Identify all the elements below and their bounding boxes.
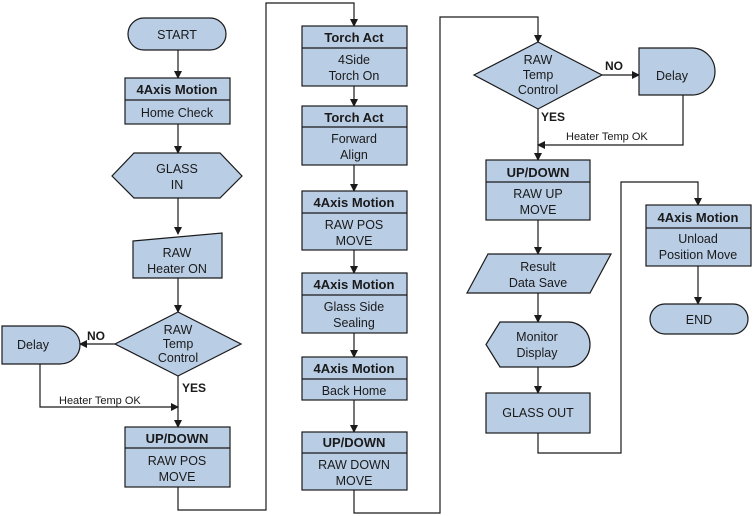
node-text: RAW [163, 246, 192, 260]
raw-pos-updown-node: UP/DOWN RAW POS MOVE [124, 426, 231, 488]
node-text: Control [518, 83, 558, 97]
result-data-save-node: Result Data Save [465, 253, 613, 294]
node-text: RAW [164, 323, 193, 337]
node-text: Heater ON [147, 262, 207, 276]
start-label: START [157, 28, 197, 42]
node-text: Temp [523, 68, 554, 82]
node-body: Back Home [322, 384, 387, 398]
raw-pos-move-node: 4Axis Motion RAW POS MOVE [301, 190, 408, 251]
start-node: START [127, 17, 227, 51]
node-text: Control [158, 351, 198, 365]
no-label: NO [605, 59, 623, 73]
node-body: RAW POS [148, 454, 207, 468]
heater-temp-ok-label: Heater Temp OK [59, 395, 141, 407]
node-body: Home Check [141, 106, 214, 120]
yes-label: YES [541, 110, 565, 124]
heater-on-node: RAW Heater ON [132, 232, 223, 279]
monitor-display-node: Monitor Display [485, 321, 591, 368]
node-header: 4Axis Motion [137, 82, 218, 97]
node-text: Data Save [509, 276, 567, 290]
node-body: Sealing [333, 316, 375, 330]
node-header: 4Axis Motion [314, 277, 395, 292]
node-body: RAW DOWN [318, 458, 390, 472]
delay-node: Delay [1, 325, 81, 365]
node-body: MOVE [159, 470, 196, 484]
node-header: UP/DOWN [146, 431, 209, 446]
glass-out-node: GLASS OUT [485, 392, 591, 434]
node-body: Glass Side [324, 300, 384, 314]
node-text: GLASS OUT [502, 406, 574, 420]
node-body: RAW POS [325, 218, 384, 232]
node-text: RAW [524, 53, 553, 67]
unload-position-node: 4Axis Motion Unload Position Move [645, 204, 752, 267]
node-text: Temp [163, 337, 194, 351]
node-body: MOVE [336, 234, 373, 248]
delay-node-2: Delay [638, 47, 716, 96]
node-header: UP/DOWN [323, 435, 386, 450]
yes-label: YES [182, 381, 206, 395]
flowchart: START 4Axis Motion Home Check GLASS IN R… [1, 2, 752, 514]
node-body: Unload [678, 232, 718, 246]
node-header: 4Axis Motion [314, 195, 395, 210]
raw-up-move-node: UP/DOWN RAW UP MOVE [485, 159, 591, 221]
temp-control-decision-2: RAW Temp Control [472, 41, 604, 110]
node-text: Display [517, 346, 559, 360]
back-home-node: 4Axis Motion Back Home [301, 356, 408, 401]
node-header: UP/DOWN [507, 165, 570, 180]
node-text: Monitor [516, 330, 558, 344]
node-text: Delay [17, 338, 50, 352]
node-body: 4Side [338, 53, 370, 67]
no-label: NO [87, 329, 105, 343]
glass-in-node: GLASS IN [111, 152, 243, 199]
node-header: Torch Act [324, 110, 384, 125]
node-body: Align [340, 148, 368, 162]
node-body: RAW UP [513, 187, 563, 201]
node-header: 4Axis Motion [658, 210, 739, 225]
torch-on-node: Torch Act 4Side Torch On [301, 25, 408, 87]
node-header: 4Axis Motion [314, 361, 395, 376]
forward-align-node: Torch Act Forward Align [301, 105, 408, 166]
glass-side-sealing-node: 4Axis Motion Glass Side Sealing [301, 272, 408, 334]
node-body: Position Move [659, 248, 738, 262]
node-body: MOVE [336, 474, 373, 488]
end-label: END [686, 313, 712, 327]
home-check-node: 4Axis Motion Home Check [124, 77, 231, 125]
node-header: Torch Act [324, 30, 384, 45]
end-node: END [649, 303, 749, 335]
node-body: Forward [331, 132, 377, 146]
node-text: Result [520, 260, 556, 274]
node-body: Torch On [329, 69, 380, 83]
node-text: IN [171, 178, 184, 192]
node-body: MOVE [520, 203, 557, 217]
temp-control-decision: RAW Temp Control [113, 311, 243, 377]
raw-down-move-node: UP/DOWN RAW DOWN MOVE [301, 431, 408, 491]
node-text: Delay [656, 69, 689, 83]
node-text: GLASS [156, 162, 198, 176]
heater-temp-ok-label: Heater Temp OK [566, 131, 648, 143]
